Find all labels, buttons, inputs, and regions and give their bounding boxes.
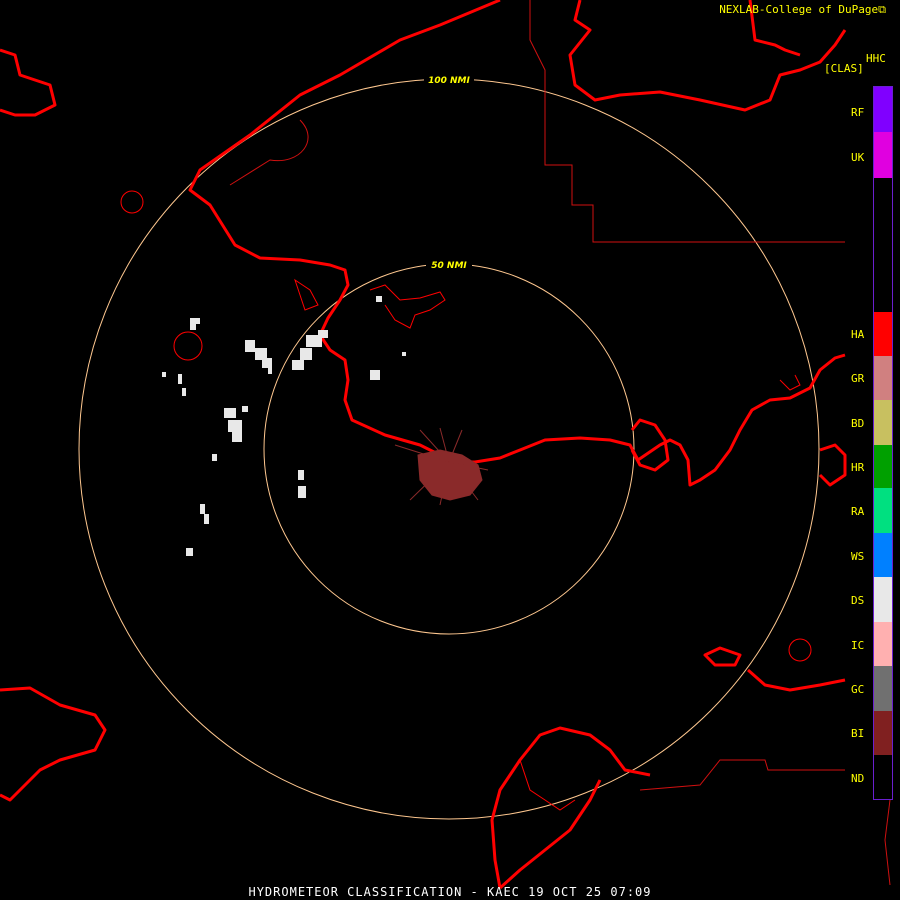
legend-swatch-ra bbox=[874, 488, 892, 533]
echo-biological bbox=[394, 427, 489, 506]
legend-label-rf: RF bbox=[851, 106, 865, 119]
legend-swatch-hr bbox=[874, 445, 892, 488]
legend-label-ha: HA bbox=[851, 328, 865, 341]
legend-label-bd: BD bbox=[851, 417, 865, 430]
legend-swatch-gr bbox=[874, 356, 892, 400]
legend-swatch-ha bbox=[874, 312, 892, 356]
external-link-icon[interactable]: ⧉ bbox=[878, 3, 886, 16]
legend-label-ds: DS bbox=[851, 594, 865, 607]
legend-label-nd: ND bbox=[851, 772, 865, 785]
legend-swatch-bd bbox=[874, 400, 892, 445]
legend-swatch-uk bbox=[874, 132, 892, 178]
legend-label-ws: WS bbox=[851, 550, 865, 563]
legend-swatch-ds bbox=[874, 577, 892, 622]
radar-map: 50 NMI 100 NMI bbox=[0, 0, 891, 890]
echo-dry-snow bbox=[162, 296, 406, 556]
legend-swatch-ws bbox=[874, 533, 892, 577]
legend-label-bi: BI bbox=[851, 727, 865, 740]
legend-label-ic: IC bbox=[851, 639, 865, 652]
range-ring-50 bbox=[263, 263, 635, 635]
credit-label: NEXLAB-College of DuPage bbox=[719, 3, 879, 16]
legend-label-hr: HR bbox=[851, 461, 865, 474]
legend-label-ra: RA bbox=[851, 505, 865, 518]
product-footer: HYDROMETEOR CLASSIFICATION - KAEC 19 OCT… bbox=[248, 885, 652, 899]
credit-text: NEXLAB-College of DuPage⧉ bbox=[719, 3, 886, 17]
detail-coastlines bbox=[120, 190, 812, 811]
legend-color-bar bbox=[873, 86, 893, 800]
legend-label-gc: GC bbox=[851, 683, 865, 696]
range-ring-50-label: 50 NMI bbox=[431, 261, 467, 271]
legend-swatch-bi bbox=[874, 711, 892, 755]
boundary-lines bbox=[229, 0, 891, 886]
legend-label-uk: UK bbox=[851, 151, 865, 164]
range-ring-100-label: 100 NMI bbox=[428, 76, 470, 86]
product-code: HHC bbox=[866, 52, 886, 65]
legend-swatch-ic bbox=[874, 622, 892, 666]
coastlines bbox=[0, 0, 847, 890]
legend-label-gr: GR bbox=[851, 372, 865, 385]
legend-swatch-rf bbox=[874, 87, 892, 132]
legend-swatch-gc bbox=[874, 666, 892, 711]
product-mode: [CLAS] bbox=[824, 62, 864, 75]
